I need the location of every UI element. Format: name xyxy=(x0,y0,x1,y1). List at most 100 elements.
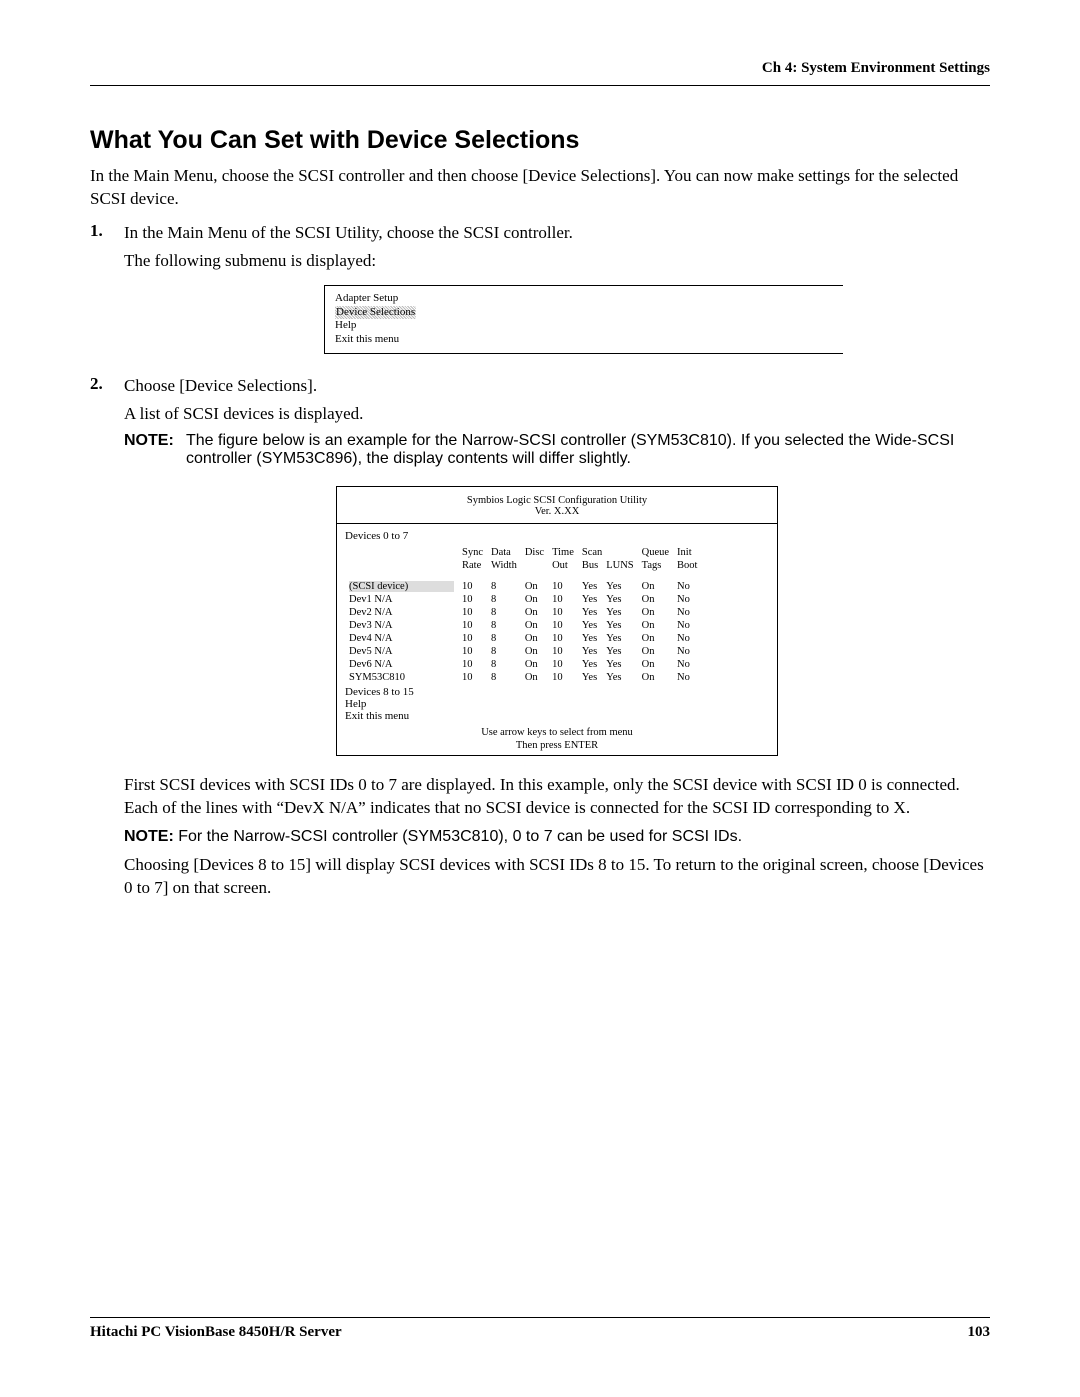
scsi-cell: No xyxy=(673,593,701,606)
scsi-cell: 8 xyxy=(487,658,521,671)
table-row: (SCSI device)108On10YesYesOnNo xyxy=(345,580,701,593)
step-text: A list of SCSI devices is displayed. xyxy=(124,404,990,424)
scsi-cell: Yes xyxy=(602,619,637,632)
scsi-cell: 10 xyxy=(458,606,487,619)
note-1: NOTE: The figure below is an example for… xyxy=(124,432,990,468)
scsi-cell: 10 xyxy=(458,580,487,593)
note-body: For the Narrow-SCSI controller (SYM53C81… xyxy=(178,828,742,845)
submenu-item-selected: Device Selections xyxy=(335,306,416,320)
step-text: In the Main Menu of the SCSI Utility, ch… xyxy=(124,223,990,243)
scsi-cell: (SCSI device) xyxy=(345,580,458,593)
step-1: 1. In the Main Menu of the SCSI Utility,… xyxy=(90,221,990,368)
scsi-cell: No xyxy=(673,658,701,671)
footer-page-number: 103 xyxy=(968,1324,991,1341)
scsi-title2: Ver. X.XX xyxy=(343,506,771,517)
scsi-header: Queue xyxy=(638,546,673,559)
scsi-cell: Yes xyxy=(602,580,637,593)
step-text: Choose [Device Selections]. xyxy=(124,376,990,396)
scsi-title1: Symbios Logic SCSI Configuration Utility xyxy=(343,495,771,506)
scsi-cell: On xyxy=(521,645,548,658)
scsi-cell: 10 xyxy=(458,645,487,658)
scsi-cell: On xyxy=(638,658,673,671)
table-row: Dev5 N/A108On10YesYesOnNo xyxy=(345,645,701,658)
scsi-cell: On xyxy=(521,593,548,606)
scsi-cell: 8 xyxy=(487,606,521,619)
scsi-cell: 10 xyxy=(458,671,487,684)
header-rule xyxy=(90,85,990,86)
scsi-cell: Yes xyxy=(578,671,602,684)
intro-paragraph: In the Main Menu, choose the SCSI contro… xyxy=(90,165,990,211)
scsi-cell: Yes xyxy=(578,645,602,658)
scsi-cell: On xyxy=(521,671,548,684)
scsi-cell: SYM53C810 xyxy=(345,671,458,684)
scsi-header xyxy=(521,559,548,572)
scsi-header: Data xyxy=(487,546,521,559)
scsi-cell: Dev4 N/A xyxy=(345,632,458,645)
scsi-cell: Dev5 N/A xyxy=(345,645,458,658)
post-paragraph-2: Choosing [Devices 8 to 15] will display … xyxy=(124,854,990,900)
scsi-table: SyncDataDiscTimeScanQueueInitRateWidthOu… xyxy=(345,546,701,684)
table-row: SYM53C810108On10YesYesOnNo xyxy=(345,671,701,684)
scsi-cell: Yes xyxy=(602,606,637,619)
scsi-header: Out xyxy=(548,559,578,572)
scsi-figure: Symbios Logic SCSI Configuration Utility… xyxy=(336,486,778,756)
scsi-header: Disc xyxy=(521,546,548,559)
scsi-cell: 8 xyxy=(487,632,521,645)
scsi-header: Bus xyxy=(578,559,602,572)
scsi-cell: 10 xyxy=(548,645,578,658)
scsi-menu-item: Exit this menu xyxy=(345,710,769,722)
submenu-figure: Adapter Setup Device Selections Help Exi… xyxy=(324,285,843,354)
scsi-cell: Dev3 N/A xyxy=(345,619,458,632)
scsi-cell: 8 xyxy=(487,593,521,606)
submenu-item: Exit this menu xyxy=(335,333,835,347)
scsi-header: Scan xyxy=(578,546,638,559)
scsi-cell: Yes xyxy=(602,632,637,645)
scsi-cell: On xyxy=(638,645,673,658)
scsi-cell: Yes xyxy=(578,632,602,645)
scsi-cell: 10 xyxy=(548,606,578,619)
scsi-header xyxy=(345,559,458,572)
scsi-cell: Dev6 N/A xyxy=(345,658,458,671)
scsi-cell: On xyxy=(638,632,673,645)
footer-rule xyxy=(90,1317,990,1318)
post-paragraph: First SCSI devices with SCSI IDs 0 to 7 … xyxy=(124,774,990,820)
note-label: NOTE: xyxy=(124,432,186,468)
note-label: NOTE: xyxy=(124,828,174,845)
scsi-cell: 10 xyxy=(548,593,578,606)
scsi-cell: On xyxy=(638,593,673,606)
scsi-cell: 10 xyxy=(548,671,578,684)
note-2: NOTE: For the Narrow-SCSI controller (SY… xyxy=(124,828,990,846)
scsi-cell: Dev1 N/A xyxy=(345,593,458,606)
scsi-cell: Yes xyxy=(602,593,637,606)
scsi-cell: On xyxy=(521,619,548,632)
scsi-header: Boot xyxy=(673,559,701,572)
submenu-item: Adapter Setup xyxy=(335,292,835,306)
scsi-cell: On xyxy=(638,619,673,632)
scsi-cell: Yes xyxy=(578,619,602,632)
section-title: What You Can Set with Device Selections xyxy=(90,126,990,155)
scsi-menu-item: Help xyxy=(345,698,769,710)
scsi-header xyxy=(345,546,458,559)
scsi-cell: Yes xyxy=(602,658,637,671)
scsi-cell: Yes xyxy=(602,645,637,658)
scsi-cell: 10 xyxy=(548,658,578,671)
scsi-cell: On xyxy=(521,658,548,671)
scsi-cell: No xyxy=(673,671,701,684)
scsi-cell: 10 xyxy=(548,580,578,593)
step-2: 2. Choose [Device Selections]. A list of… xyxy=(90,374,990,908)
scsi-header: LUNS xyxy=(602,559,637,572)
scsi-footer2: Then press ENTER xyxy=(337,740,777,755)
scsi-cell: No xyxy=(673,580,701,593)
scsi-header: Rate xyxy=(458,559,487,572)
table-row: Dev1 N/A108On10YesYesOnNo xyxy=(345,593,701,606)
chapter-header: Ch 4: System Environment Settings xyxy=(90,60,990,77)
scsi-cell: No xyxy=(673,619,701,632)
scsi-header: Tags xyxy=(638,559,673,572)
scsi-cell: 10 xyxy=(458,632,487,645)
submenu-item: Help xyxy=(335,319,835,333)
scsi-cell: On xyxy=(638,580,673,593)
scsi-cell: No xyxy=(673,632,701,645)
scsi-cell: Yes xyxy=(578,580,602,593)
scsi-cell: 10 xyxy=(548,619,578,632)
scsi-cell: Yes xyxy=(578,658,602,671)
